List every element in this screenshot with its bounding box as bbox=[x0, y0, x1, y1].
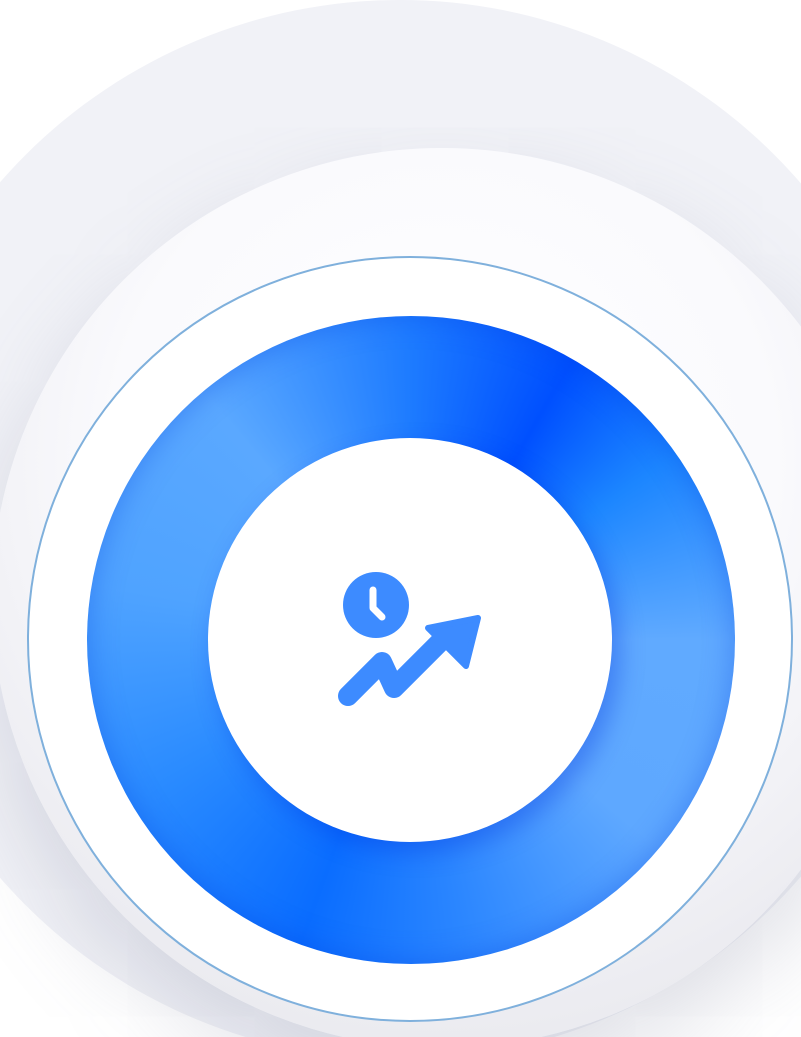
illustration-canvas bbox=[0, 0, 801, 1037]
clock-icon bbox=[343, 572, 409, 638]
time-growth-icon bbox=[336, 570, 486, 715]
